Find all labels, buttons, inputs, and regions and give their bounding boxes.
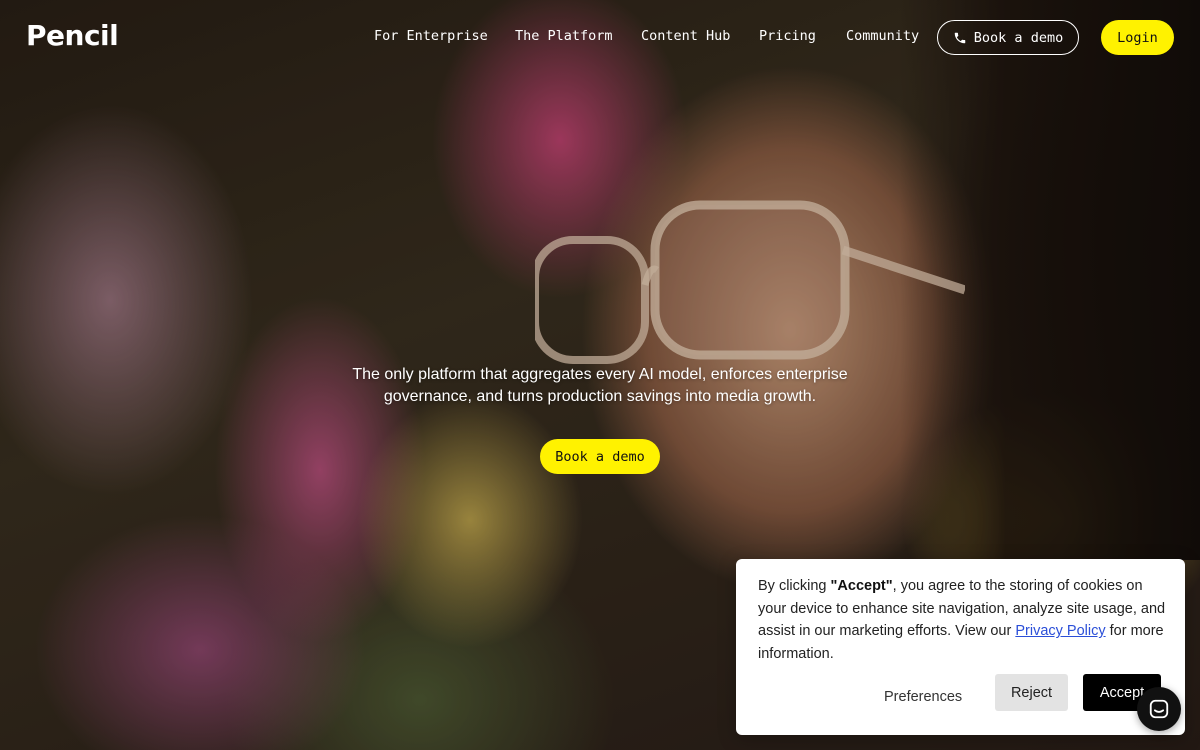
cookie-reject-button[interactable]: Reject [995,674,1068,711]
cookie-text-accept-emphasis: "Accept" [830,578,893,594]
site-header: Pencil For Enterprise The Platform Conte… [0,0,1200,76]
nav-link-pricing[interactable]: Pricing [759,28,816,44]
hero-book-demo-button[interactable]: Book a demo [540,439,660,474]
hero-tagline-line-1: The only platform that aggregates every … [352,366,848,383]
hero-tagline: The only platform that aggregates every … [300,364,900,408]
cookie-consent-banner: By clicking "Accept", you agree to the s… [736,559,1185,735]
nav-link-the-platform[interactable]: The Platform [515,28,613,44]
login-button[interactable]: Login [1101,20,1174,55]
nav-link-content-hub[interactable]: Content Hub [641,28,730,44]
cookie-preferences-button[interactable]: Preferences [884,683,962,711]
chat-widget-button[interactable] [1137,687,1181,731]
phone-icon [954,32,966,43]
nav-link-community[interactable]: Community [846,28,919,44]
hero-tagline-line-2: governance, and turns production savings… [383,388,817,405]
brand-logo[interactable]: Pencil [26,19,119,52]
cookie-consent-text: By clicking "Accept", you agree to the s… [758,575,1168,665]
chat-icon [1149,699,1169,719]
book-demo-nav-button[interactable]: Book a demo [937,20,1079,55]
nav-link-for-enterprise[interactable]: For Enterprise [374,28,488,44]
cookie-text-before: By clicking [758,578,831,594]
privacy-policy-link[interactable]: Privacy Policy [1015,623,1105,639]
book-demo-nav-label: Book a demo [973,29,1064,46]
